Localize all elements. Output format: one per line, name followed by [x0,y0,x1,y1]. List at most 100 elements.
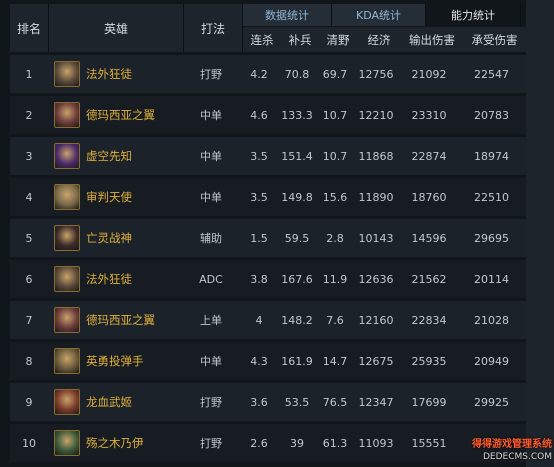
hero-name[interactable]: 龙血武姬 [86,394,132,410]
col-streak: 连杀 [250,32,274,47]
col-gold: 经济 [367,32,391,47]
cell-jungle: 61.3 [322,436,348,450]
hero-cell: 亡灵战神 [48,219,182,257]
column-headers: 连杀 补兵 清野 经济 输出伤害 承受伤害 [243,27,526,52]
cell-streak: 4.3 [250,354,268,368]
hero-cell: 殇之木乃伊 [48,424,182,462]
cell-jungle: 7.6 [326,313,344,327]
cell-taken: 22510 [474,190,509,204]
watermark-line1: 得得游戏管理系统 [472,439,552,450]
cell-gold: 11890 [358,190,394,204]
cell-cs: 151.4 [281,149,313,163]
cell-dealt: 21562 [411,272,447,286]
cell-gold: 12636 [358,272,394,286]
cell-taken: 20949 [474,354,509,368]
table-row[interactable]: 4 审判天使 中单 3.5 149.8 15.6 11890 18760 22510 [10,178,526,216]
hero-avatar[interactable] [54,430,80,456]
hero-name[interactable]: 亡灵战神 [86,230,132,246]
hero-cell: 德玛西亚之翼 [48,301,182,339]
cell-rank: 7 [25,313,33,327]
tab-ability-stats[interactable]: 能力统计 [426,4,521,26]
cell-cs: 167.6 [281,272,313,286]
cell-role: 中单 [200,109,222,122]
cell-dealt: 23310 [411,108,447,122]
hero-name[interactable]: 法外狂徒 [86,66,132,82]
cell-rank: 5 [25,231,33,245]
col-jungle: 清野 [326,32,350,47]
scroll-area [526,0,554,467]
cell-dealt: 17699 [411,395,447,409]
cell-streak: 3.5 [250,149,268,163]
cell-taken: 21028 [474,313,509,327]
cell-cs: 70.8 [284,67,310,81]
table-row[interactable]: 8 英勇投弹手 中单 4.3 161.9 14.7 12675 25935 20949 [10,342,526,380]
tab-data-stats[interactable]: 数据统计 [243,4,332,26]
hero-stats-table: 排名 英雄 打法 数据统计 KDA统计 能力统计 连杀 补兵 清野 经济 输出伤… [0,0,554,467]
cell-role: 打野 [200,68,222,81]
table-row[interactable]: 3 虚空先知 中单 3.5 151.4 10.7 11868 22874 18974 [10,137,526,175]
header-rank: 排名 [10,4,49,52]
col-dealt: 输出伤害 [409,32,455,47]
cell-jungle: 11.9 [322,272,348,286]
cell-role: 中单 [200,191,222,204]
hero-cell: 德玛西亚之翼 [48,96,182,134]
tab-kda-stats[interactable]: KDA统计 [332,4,426,26]
cell-dealt: 22834 [411,313,447,327]
cell-cs: 161.9 [281,354,313,368]
cell-streak: 4 [255,313,263,327]
table-row[interactable]: 2 德玛西亚之翼 中单 4.6 133.3 10.7 12210 23310 20783 [10,96,526,134]
cell-gold: 11093 [358,436,394,450]
cell-dealt: 21092 [411,67,447,81]
cell-jungle: 14.7 [322,354,348,368]
cell-jungle: 10.7 [322,108,348,122]
cell-dealt: 25935 [411,354,447,368]
cell-jungle: 69.7 [322,67,348,81]
cell-gold: 12347 [358,395,394,409]
hero-avatar[interactable] [54,307,80,333]
cell-taken: 20114 [474,272,509,286]
hero-name[interactable]: 虚空先知 [86,148,132,164]
hero-name[interactable]: 德玛西亚之翼 [86,312,155,328]
cell-role: 打野 [200,437,222,450]
hero-avatar[interactable] [54,225,80,251]
hero-avatar[interactable] [54,102,80,128]
hero-avatar[interactable] [54,348,80,374]
hero-cell: 审判天使 [48,178,182,216]
hero-avatar[interactable] [54,184,80,210]
cell-taken: 22547 [474,67,509,81]
table-row[interactable]: 6 法外狂徒 ADC 3.8 167.6 11.9 12636 21562 20114 [10,260,526,298]
table-row[interactable]: 5 亡灵战神 辅助 1.5 59.5 2.8 10143 14596 29695 [10,219,526,257]
hero-avatar[interactable] [54,61,80,87]
hero-cell: 龙血武姬 [48,383,182,421]
cell-streak: 3.6 [250,395,268,409]
watermark-line2: DEDECMS.COM [483,452,552,462]
cell-rank: 1 [25,67,33,81]
cell-gold: 12756 [358,67,394,81]
hero-name[interactable]: 审判天使 [86,189,132,205]
cell-cs: 39 [290,436,304,450]
hero-name[interactable]: 英勇投弹手 [86,353,144,369]
hero-avatar[interactable] [54,266,80,292]
cell-taken: 18974 [474,149,509,163]
cell-gold: 12160 [358,313,394,327]
col-cs: 补兵 [288,32,312,47]
hero-name[interactable]: 殇之木乃伊 [86,435,144,451]
cell-streak: 3.8 [250,272,268,286]
cell-cs: 53.5 [284,395,310,409]
cell-streak: 3.5 [250,190,268,204]
hero-avatar[interactable] [54,143,80,169]
hero-avatar[interactable] [54,389,80,415]
cell-cs: 59.5 [284,231,310,245]
cell-jungle: 76.5 [322,395,348,409]
hero-name[interactable]: 法外狂徒 [86,271,132,287]
table-row[interactable]: 9 龙血武姬 打野 3.6 53.5 76.5 12347 17699 29925 [10,383,526,421]
cell-role: 中单 [200,355,222,368]
hero-name[interactable]: 德玛西亚之翼 [86,107,155,123]
table-row[interactable]: 1 法外狂徒 打野 4.2 70.8 69.7 12756 21092 22547 [10,55,526,93]
cell-rank: 6 [25,272,33,286]
cell-taken: 29925 [474,395,509,409]
col-taken: 承受伤害 [471,32,518,47]
cell-role: 打野 [200,396,222,409]
cell-streak: 4.6 [250,108,268,122]
table-row[interactable]: 7 德玛西亚之翼 上单 4 148.2 7.6 12160 22834 21028 [10,301,526,339]
